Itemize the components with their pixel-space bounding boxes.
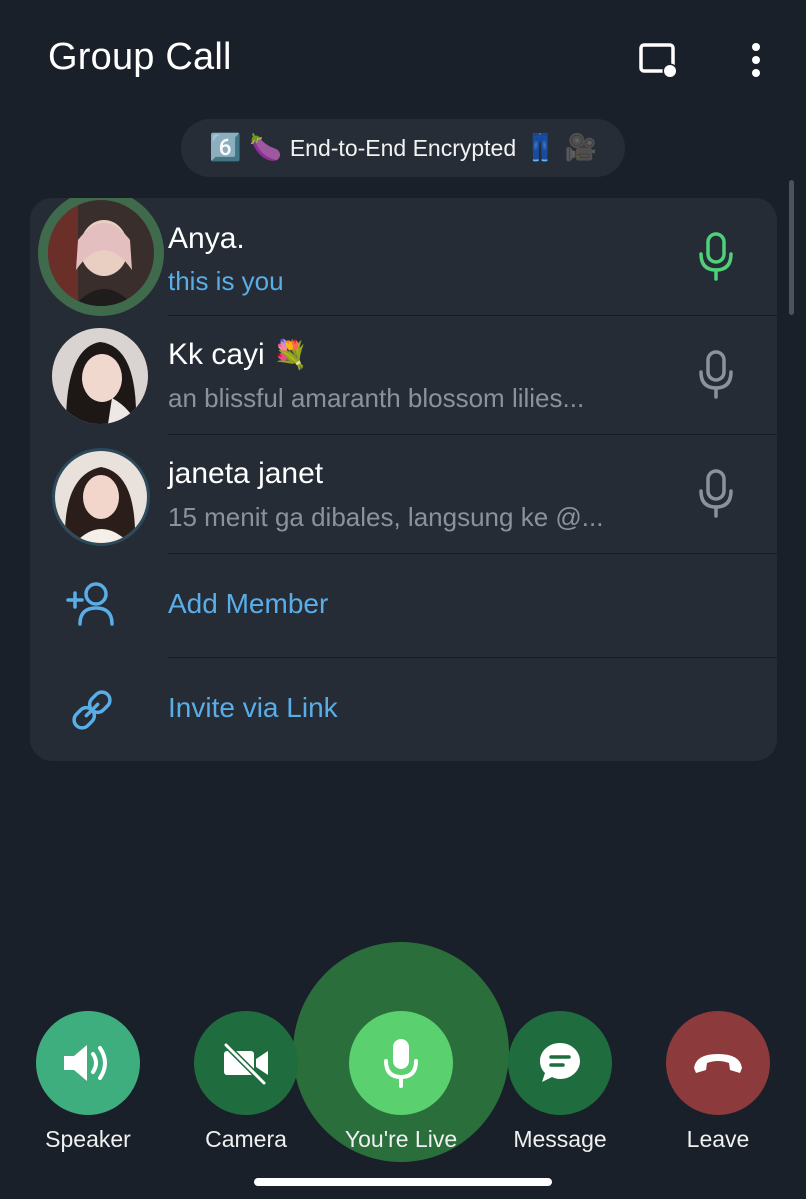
participant-name: Anya. [168, 222, 245, 255]
screen-share-button[interactable] [632, 36, 684, 84]
mic-active-icon [696, 230, 736, 286]
invite-link-label: Invite via Link [168, 692, 338, 723]
participant-row[interactable]: Kk cayi 💐 an blissful amaranth blossom l… [30, 316, 777, 434]
more-options-button[interactable] [736, 36, 776, 84]
link-icon [64, 684, 120, 736]
message-label: Message [513, 1126, 607, 1152]
camera-off-icon [223, 1042, 268, 1085]
encryption-emoji: 👖 [524, 133, 557, 163]
mic-icon [696, 348, 736, 404]
message-icon [540, 1043, 580, 1082]
bouquet-icon: 💐 [273, 338, 308, 371]
leave-label: Leave [686, 1126, 750, 1152]
invite-link-row[interactable]: Invite via Link [30, 658, 777, 761]
hang-up-icon [694, 1054, 742, 1073]
encryption-emoji: 🍆 [249, 133, 282, 163]
microphone-icon [384, 1039, 418, 1088]
top-bar: Group Call [0, 0, 806, 120]
mic-icon [696, 467, 736, 523]
participant-row[interactable]: Anya. this is you [30, 198, 777, 316]
participant-name: Kk cayi 💐 [168, 338, 308, 371]
avatar [52, 328, 148, 424]
avatar [48, 200, 154, 306]
speaker-button[interactable] [36, 1011, 140, 1115]
encryption-emoji: 🎥 [564, 133, 597, 163]
message-button[interactable] [508, 1011, 612, 1115]
mute-toggle-button[interactable] [349, 1011, 453, 1115]
page-title: Group Call [48, 36, 232, 78]
participant-status: an blissful amaranth blossom lilies... [168, 383, 585, 413]
home-indicator[interactable] [254, 1178, 552, 1186]
speaker-icon [64, 1045, 107, 1081]
participant-row[interactable]: janeta janet 15 menit ga dibales, langsu… [30, 435, 777, 553]
add-user-icon [64, 580, 120, 632]
participant-status: this is you [168, 266, 284, 296]
leave-button[interactable] [666, 1011, 770, 1115]
add-member-label: Add Member [168, 588, 329, 619]
add-member-row[interactable]: Add Member [30, 554, 777, 657]
encryption-emoji: 6️⃣ [209, 133, 242, 163]
participant-name: janeta janet [168, 457, 324, 490]
camera-button[interactable] [194, 1011, 298, 1115]
participants-panel: Anya. this is you Kk cayi 💐 an blissful … [30, 198, 777, 761]
encryption-badge[interactable]: 6️⃣ 🍆 End-to-End Encrypted 👖 🎥 [181, 119, 625, 177]
participant-status: 15 menit ga dibales, langsung ke @... [168, 502, 604, 532]
avatar [52, 448, 150, 546]
live-label: You're Live [344, 1126, 458, 1152]
scrollbar[interactable] [789, 180, 794, 315]
screen-share-icon [639, 43, 678, 78]
camera-label: Camera [205, 1126, 287, 1152]
encryption-label: End-to-End Encrypted [289, 134, 517, 161]
more-vertical-icon [752, 43, 760, 77]
speaker-label: Speaker [45, 1126, 131, 1152]
